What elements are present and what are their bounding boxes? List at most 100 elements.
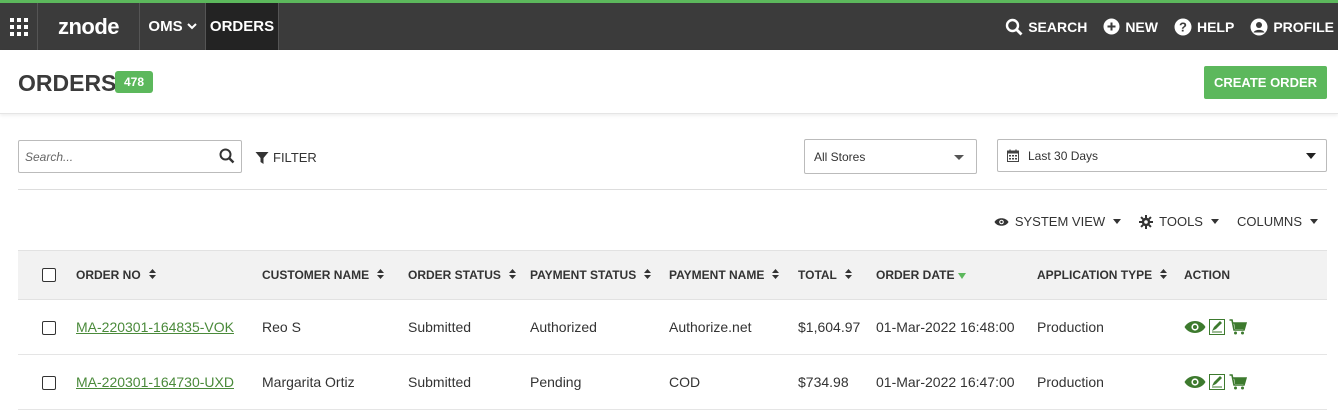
page-title: ORDERS	[18, 70, 117, 96]
select-all-checkbox[interactable]	[42, 268, 56, 283]
caret-down-icon	[1310, 219, 1318, 224]
total-cell: $1,604.97	[798, 319, 861, 335]
view-order-button[interactable]	[1184, 320, 1206, 334]
znode-logo[interactable]: znode	[38, 3, 140, 50]
store-dropdown[interactable]: All Stores	[804, 139, 977, 174]
column-header-order-no[interactable]: ORDER NO	[76, 250, 262, 300]
search-button[interactable]: SEARCH	[1005, 18, 1087, 36]
reorder-cart-button[interactable]	[1229, 374, 1247, 390]
customer-name-cell: Margarita Ortiz	[262, 374, 355, 390]
create-order-button[interactable]: CREATE ORDER	[1204, 66, 1327, 99]
column-header-total[interactable]: TOTAL	[798, 250, 876, 300]
filter-button[interactable]: FILTER	[255, 150, 317, 165]
orders-count-badge: 478	[115, 71, 154, 93]
date-range-value: Last 30 Days	[1028, 148, 1099, 163]
edit-note-icon	[1209, 374, 1225, 390]
order-date-cell: 01-Mar-2022 16:48:00	[876, 319, 1015, 335]
eye-icon	[1184, 321, 1206, 333]
column-header-payment-status[interactable]: PAYMENT STATUS	[530, 250, 669, 300]
order-number-link[interactable]: MA-220301-164730-UXD	[76, 374, 234, 390]
top-navbar: znode OMS ORDERS SEARCH NEW ? HELP PROFI…	[0, 0, 1338, 50]
edit-order-button[interactable]	[1209, 374, 1226, 390]
apps-menu-button[interactable]	[0, 3, 38, 50]
search-label: SEARCH	[1028, 18, 1088, 35]
filter-label: FILTER	[273, 150, 317, 165]
eye-icon	[1184, 376, 1206, 388]
profile-label: PROFILE	[1273, 18, 1334, 35]
search-field	[18, 140, 242, 173]
payment-status-cell: Pending	[530, 374, 582, 390]
orders-grid: ORDER NO CUSTOMER NAME ORDER STATUS PAYM…	[18, 250, 1327, 410]
apps-grid-icon	[9, 17, 28, 36]
nav-orders-label: ORDERS	[209, 18, 275, 35]
column-header-order-date[interactable]: ORDER DATE	[876, 250, 1037, 300]
store-selected-value: All Stores	[814, 149, 866, 164]
search-input[interactable]	[25, 141, 215, 172]
search-icon	[1005, 18, 1023, 35]
nav-orders-tab[interactable]: ORDERS	[206, 3, 279, 50]
column-header-payment-name[interactable]: PAYMENT NAME	[669, 250, 798, 300]
column-header-customer-name[interactable]: CUSTOMER NAME	[262, 250, 408, 300]
payment-status-cell: Authorized	[530, 319, 597, 335]
tools-dropdown[interactable]: TOOLS	[1139, 214, 1219, 229]
table-row: MA-220301-164835-VOK Reo S Submitted Aut…	[18, 300, 1327, 355]
date-range-dropdown[interactable]: Last 30 Days	[997, 139, 1327, 172]
sort-icon	[772, 269, 780, 280]
columns-dropdown[interactable]: COLUMNS	[1237, 214, 1318, 229]
cart-icon	[1229, 319, 1247, 335]
cart-icon	[1229, 374, 1247, 390]
total-cell: $734.98	[798, 374, 849, 390]
calendar-icon	[1007, 149, 1019, 162]
reorder-cart-button[interactable]	[1229, 319, 1247, 335]
row-checkbox[interactable]	[42, 321, 56, 336]
view-order-button[interactable]	[1184, 375, 1206, 389]
search-icon	[219, 148, 235, 164]
eye-icon	[994, 217, 1009, 226]
profile-button[interactable]: PROFILE	[1250, 18, 1334, 36]
row-checkbox[interactable]	[42, 376, 56, 391]
caret-down-icon	[1113, 219, 1122, 224]
column-header-application-type[interactable]: APPLICATION TYPE	[1037, 250, 1184, 300]
sort-icon	[377, 269, 385, 280]
search-submit-button[interactable]	[219, 148, 235, 169]
topbar-actions: SEARCH NEW ? HELP PROFILE	[1005, 3, 1334, 50]
application-type-cell: Production	[1037, 319, 1104, 335]
payment-name-cell: COD	[669, 374, 701, 390]
application-type-cell: Production	[1037, 374, 1104, 390]
table-header-row: ORDER NO CUSTOMER NAME ORDER STATUS PAYM…	[18, 250, 1327, 300]
help-button[interactable]: ? HELP	[1174, 18, 1234, 36]
order-status-cell: Submitted	[408, 319, 472, 335]
sort-icon	[844, 269, 852, 280]
column-header-action: ACTION	[1184, 250, 1327, 300]
row-actions	[1184, 374, 1327, 390]
chevron-down-icon	[186, 23, 197, 30]
sort-icon	[1160, 269, 1168, 280]
system-view-dropdown[interactable]: SYSTEM VIEW	[994, 214, 1122, 229]
filter-icon	[255, 151, 269, 164]
sort-desc-icon	[958, 272, 967, 279]
order-status-cell: Submitted	[408, 374, 472, 390]
svg-text:?: ?	[1179, 19, 1187, 34]
tools-label: TOOLS	[1159, 214, 1203, 229]
sort-icon	[148, 269, 156, 280]
row-actions	[1184, 319, 1327, 335]
table-row: MA-220301-164730-UXD Margarita Ortiz Sub…	[18, 355, 1327, 410]
system-view-label: SYSTEM VIEW	[1014, 214, 1106, 229]
grid-toolbar: SYSTEM VIEW TOOLS COLUMNS	[994, 214, 1318, 229]
edit-order-button[interactable]	[1209, 319, 1226, 335]
user-circle-icon	[1250, 18, 1268, 35]
help-circle-icon: ?	[1174, 18, 1192, 35]
sort-icon	[508, 269, 516, 280]
customer-name-cell: Reo S	[262, 319, 301, 335]
column-header-order-status[interactable]: ORDER STATUS	[408, 250, 530, 300]
gear-icon	[1139, 214, 1154, 229]
order-number-link[interactable]: MA-220301-164835-VOK	[76, 319, 234, 335]
sort-icon	[644, 269, 652, 280]
new-button[interactable]: NEW	[1103, 18, 1158, 35]
help-label: HELP	[1196, 18, 1235, 35]
dropdown-caret-icon	[954, 155, 964, 160]
filter-divider	[18, 189, 1327, 190]
order-date-cell: 01-Mar-2022 16:47:00	[876, 374, 1015, 390]
nav-oms-menu[interactable]: OMS	[140, 3, 206, 50]
columns-label: COLUMNS	[1236, 214, 1302, 229]
